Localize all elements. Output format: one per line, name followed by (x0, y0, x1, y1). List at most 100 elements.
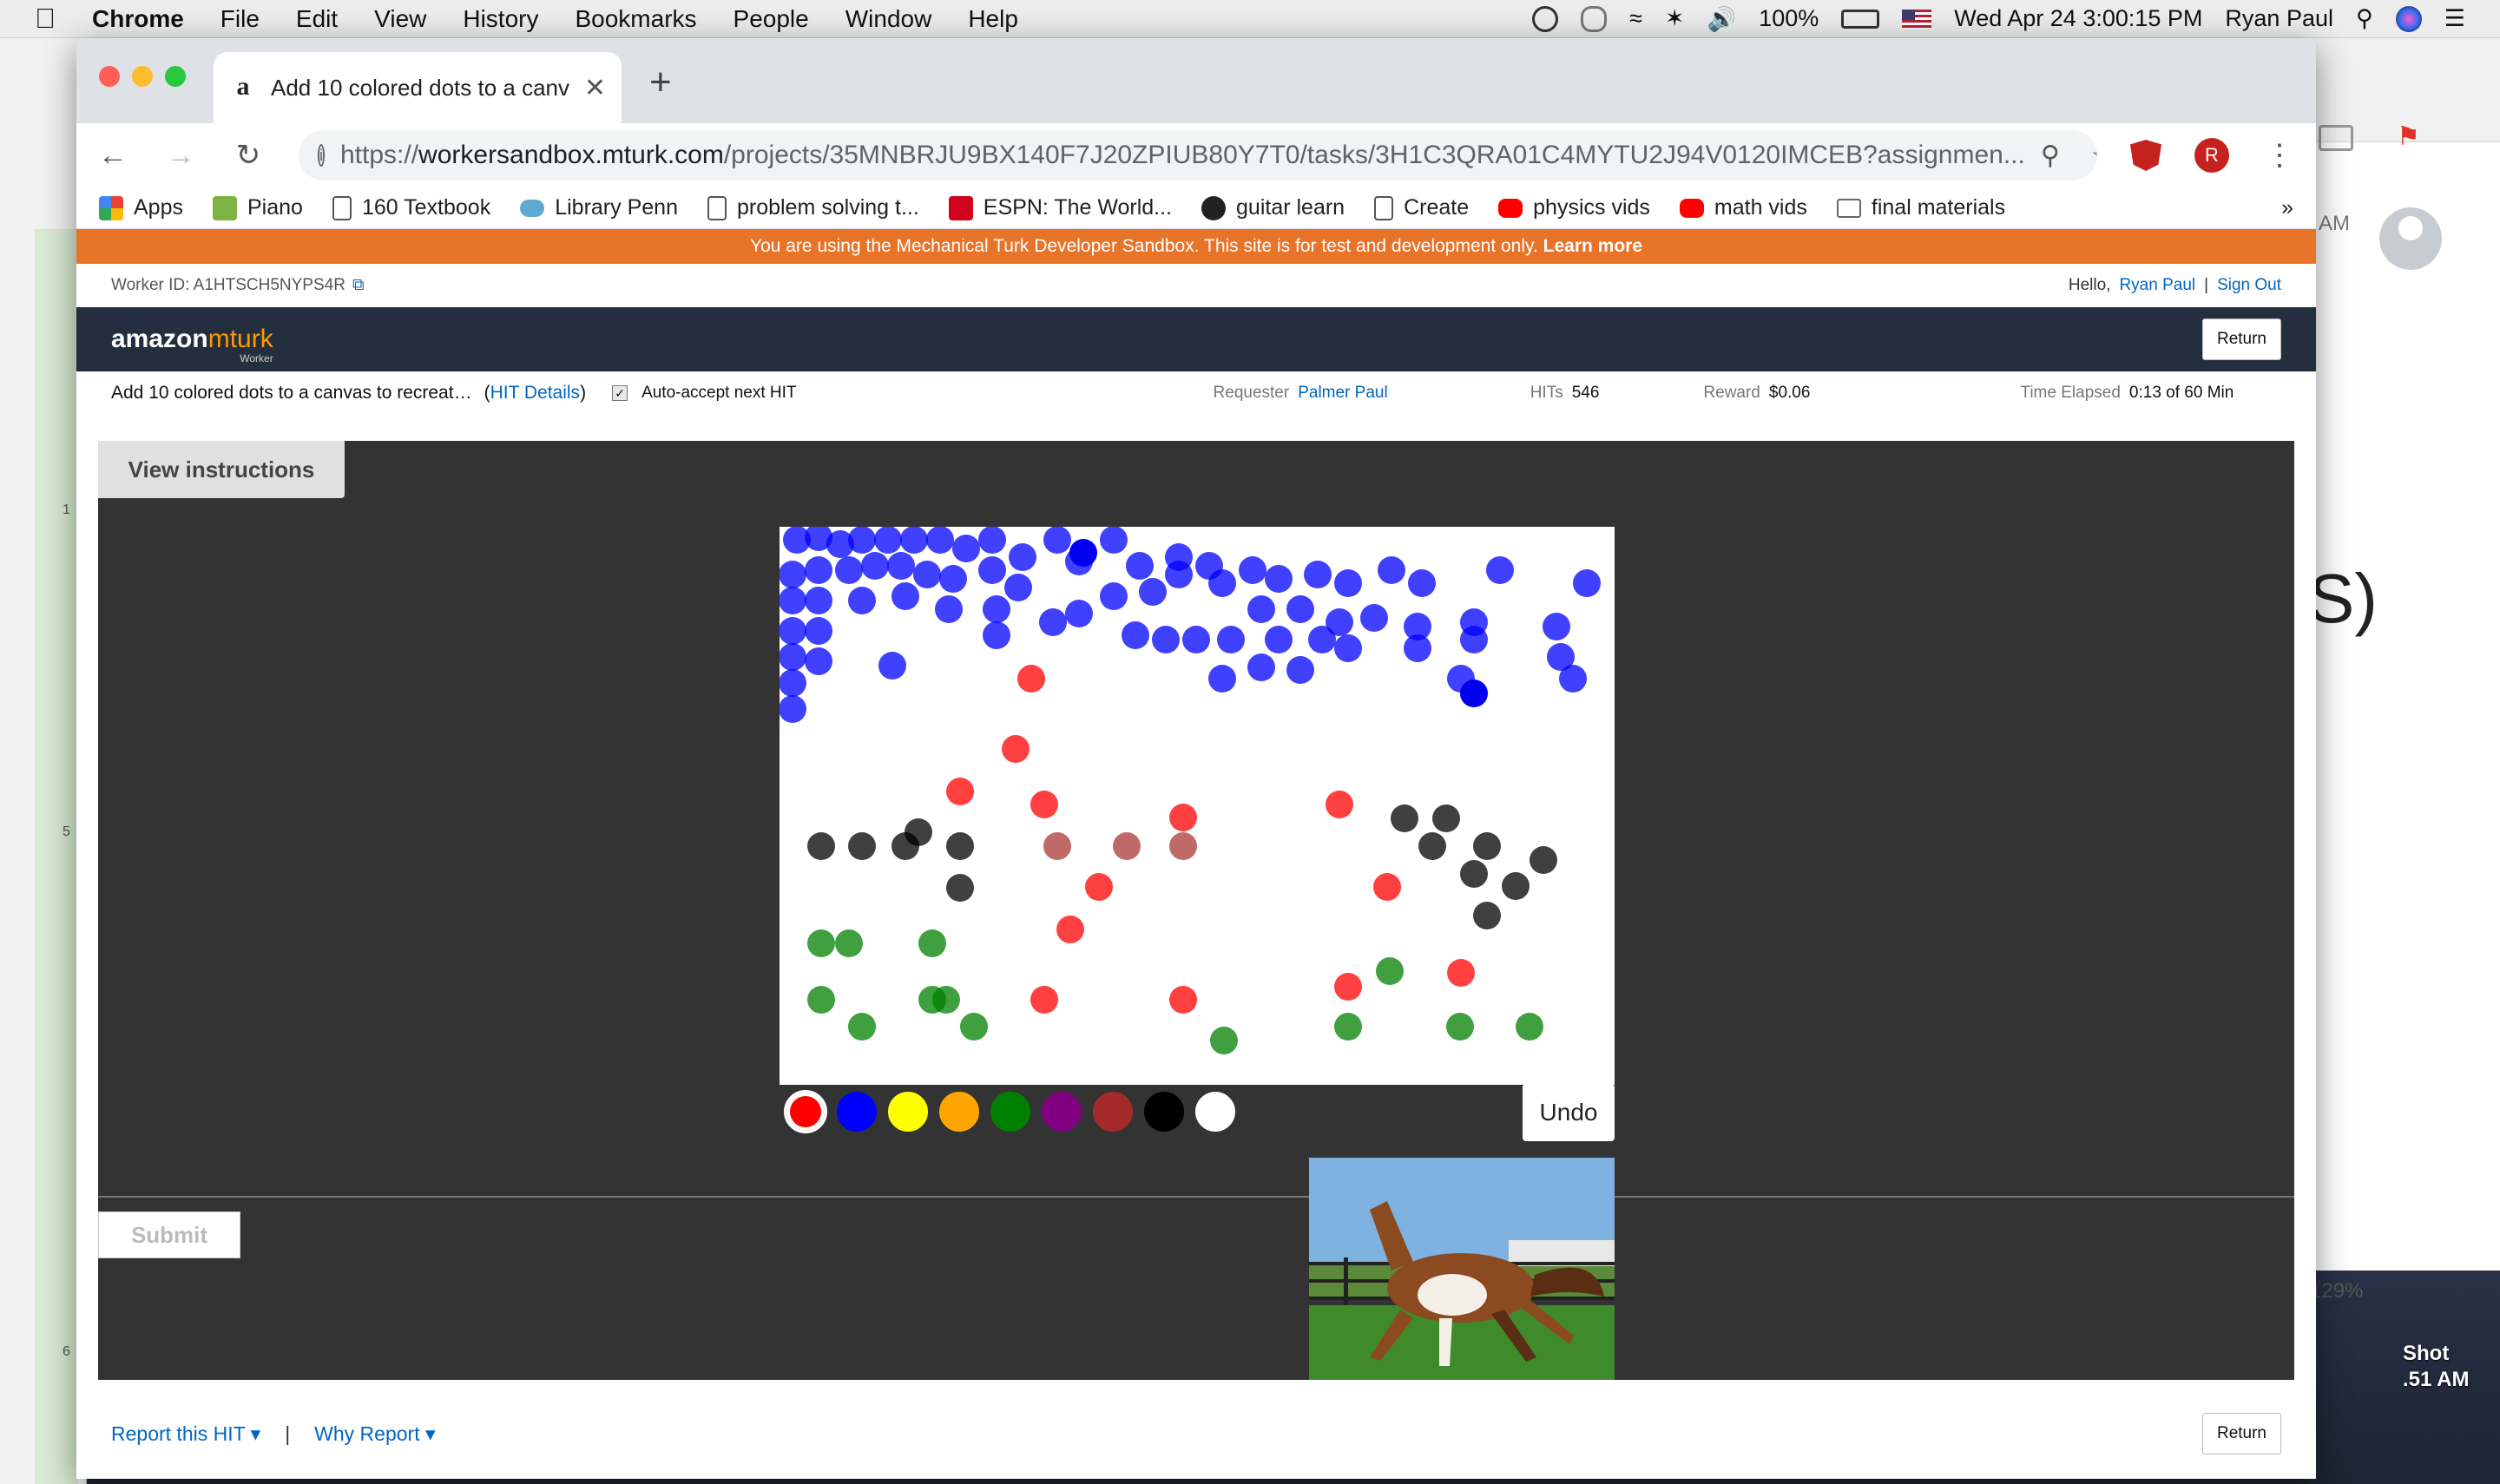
bookmark-160-textbook[interactable]: 160 Textbook (332, 195, 490, 220)
swatch-yellow[interactable] (886, 1090, 930, 1133)
learn-more-link[interactable]: Learn more (1543, 236, 1642, 256)
apple-menu-icon[interactable]:  (35, 3, 56, 35)
worker-id: Worker ID: A1HTSCH5NYPS4R (111, 276, 345, 294)
zoom-magnifier-icon[interactable]: ⚲ (2041, 141, 2060, 171)
minimize-window-button[interactable] (132, 66, 153, 87)
bookmark-guitar-learn[interactable]: guitar learn (1201, 195, 1345, 220)
profile-avatar[interactable]: R (2194, 138, 2229, 173)
macos-menubar:  Chrome File Edit View History Bookmark… (0, 0, 2500, 38)
page-icon (707, 195, 727, 220)
bluetooth-icon[interactable]: ✶ (1665, 5, 1685, 32)
footer-return-button[interactable]: Return (2201, 1413, 2281, 1454)
folder-icon (1836, 198, 1861, 218)
swatch-orange[interactable] (938, 1090, 981, 1133)
battery-icon[interactable] (1841, 9, 1880, 29)
menu-window[interactable]: Window (845, 5, 932, 33)
flag-icon[interactable]: ⚑ (2397, 121, 2420, 152)
swatch-green[interactable] (989, 1090, 1032, 1133)
amazon-favicon-icon: a (236, 72, 250, 101)
menu-bookmarks[interactable]: Bookmarks (575, 5, 696, 33)
page-icon (332, 195, 352, 220)
bookmark-espn[interactable]: ESPN: The World... (948, 195, 1172, 220)
menubar-clock[interactable]: Wed Apr 24 3:00:15 PM (1954, 5, 2202, 32)
bookmark-problem-solving[interactable]: problem solving t... (707, 195, 919, 220)
hit-task-area: View instructions Undo Submit (98, 441, 2294, 1380)
section-divider (98, 1196, 2294, 1198)
app-menu[interactable]: Chrome (92, 5, 184, 33)
spotlight-search-icon[interactable]: ⚲ (2356, 5, 2373, 32)
zoom-level: 129% (2310, 1279, 2364, 1303)
site-info-icon[interactable]: i (318, 144, 325, 167)
requester-link[interactable]: Palmer Paul (1298, 384, 1388, 403)
bookmark-math-vids[interactable]: math vids (1679, 195, 1807, 220)
sender-avatar (2379, 207, 2442, 270)
wifi-icon[interactable]: ≈ (1629, 5, 1642, 32)
footer-separator: | (285, 1422, 291, 1445)
status-circle-icon[interactable] (1532, 5, 1559, 32)
page-footer: Report this HIT ▾ | Why Report ▾ Return (76, 1389, 2316, 1479)
bookmark-create[interactable]: Create (1374, 195, 1469, 220)
menu-file[interactable]: File (220, 5, 260, 33)
maximize-window-button[interactable] (165, 66, 186, 87)
flag-us-icon[interactable] (1902, 9, 1932, 29)
bookmark-library-penn[interactable]: Library Penn (520, 195, 678, 220)
sheet-row-number: 1 (62, 502, 70, 517)
menubar-user[interactable]: Ryan Paul (2225, 5, 2333, 32)
swatch-purple[interactable] (1040, 1090, 1083, 1133)
color-palette (784, 1090, 1237, 1133)
swatch-brown[interactable] (1091, 1090, 1135, 1133)
swatch-white[interactable] (1194, 1090, 1237, 1133)
new-tab-button[interactable]: + (649, 61, 672, 104)
swatch-black[interactable] (1142, 1090, 1186, 1133)
hit-details-link[interactable]: HIT Details (490, 383, 580, 403)
address-bar[interactable]: i https://workersandbox.mturk.com/projec… (299, 130, 2097, 181)
battery-percent: 100% (1759, 5, 1819, 31)
tab-active[interactable]: a Add 10 colored dots to a canva ✕ (214, 52, 622, 123)
back-button[interactable]: ← (95, 139, 130, 173)
tab-close-icon[interactable]: ✕ (584, 73, 606, 103)
return-button[interactable]: Return (2201, 318, 2281, 360)
bookmarks-overflow-icon[interactable]: » (2281, 195, 2293, 220)
sign-out-link[interactable]: Sign Out (2217, 276, 2281, 295)
menu-help[interactable]: Help (968, 5, 1018, 33)
swatch-red[interactable] (784, 1090, 827, 1133)
desktop-screenshot-file-label[interactable]: Shot .51 AM (2403, 1341, 2469, 1393)
creative-cloud-icon[interactable] (1581, 5, 1608, 32)
sheet-row-number: 6 (62, 1344, 70, 1359)
close-window-button[interactable] (99, 66, 120, 87)
undo-button[interactable]: Undo (1523, 1084, 1615, 1141)
drawing-canvas[interactable] (779, 523, 1615, 1085)
chrome-window: a Add 10 colored dots to a canva ✕ + ← →… (76, 38, 2316, 1479)
guitar-icon (1201, 195, 1227, 220)
copy-icon[interactable]: ⧉ (352, 276, 365, 295)
menu-people[interactable]: People (734, 5, 809, 33)
ublock-extension-icon[interactable] (2130, 140, 2161, 171)
report-hit-link[interactable]: Report this HIT ▾ (111, 1422, 260, 1446)
siri-icon[interactable] (2395, 5, 2422, 32)
print-icon[interactable] (2319, 125, 2353, 151)
bookmark-apps[interactable]: Apps (99, 195, 183, 220)
swatch-blue[interactable] (835, 1090, 878, 1133)
view-instructions-button[interactable]: View instructions (98, 441, 345, 498)
browser-toolbar: ← → ↻ i https://workersandbox.mturk.com/… (76, 123, 2316, 187)
youtube-icon (1679, 198, 1704, 218)
menu-edit[interactable]: Edit (296, 5, 338, 33)
menu-view[interactable]: View (374, 5, 426, 33)
mturk-logo[interactable]: amazonmturk Worker (111, 325, 273, 364)
why-report-link[interactable]: Why Report ▾ (314, 1422, 435, 1446)
worker-name-link[interactable]: Ryan Paul (2119, 276, 2195, 295)
bookmark-physics-vids[interactable]: physics vids (1498, 195, 1650, 220)
reward-value: $0.06 (1768, 384, 1811, 402)
reload-button[interactable]: ↻ (231, 138, 266, 173)
volume-icon[interactable]: 🔊 (1707, 5, 1737, 33)
submit-button[interactable]: Submit (98, 1211, 240, 1258)
bookmark-piano[interactable]: Piano (212, 195, 303, 220)
tab-title: Add 10 colored dots to a canva (271, 74, 570, 101)
auto-accept-checkbox[interactable]: ✓ (612, 385, 628, 401)
forward-button[interactable]: → (163, 139, 198, 173)
notification-center-icon[interactable]: ☰ (2444, 5, 2465, 32)
menu-history[interactable]: History (463, 5, 538, 33)
bookmark-final-materials[interactable]: final materials (1836, 195, 2005, 220)
bookmark-star-icon[interactable]: ☆ (2091, 141, 2097, 171)
chrome-menu-icon[interactable]: ⋮ (2262, 138, 2297, 173)
